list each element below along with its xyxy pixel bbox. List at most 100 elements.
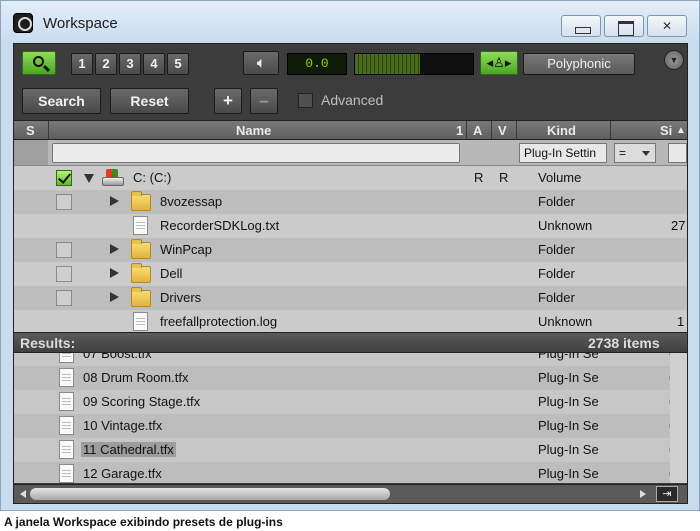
preset-4-button[interactable]: 4 [143,53,165,75]
chevron-down-icon: ▼ [669,55,679,65]
row-name: WinPcap [160,242,213,257]
preset-2-button[interactable]: 2 [95,53,117,75]
row-checkbox[interactable] [56,266,72,282]
tree-row[interactable]: WinPcap Folder [14,238,687,262]
search-toggle-button[interactable] [22,51,56,75]
expand-triangle-icon[interactable] [110,244,119,254]
column-s[interactable]: S [26,123,35,138]
tree-row[interactable]: 8vozessap Folder [14,190,687,214]
file-icon [133,216,148,235]
file-icon [59,416,74,435]
results-list[interactable]: 07 Boost.tfx Plug-In Se 62 08 Drum Room.… [14,353,687,483]
preset-1-button[interactable]: 1 [71,53,93,75]
row-name: C: (C:) [133,170,172,185]
horizontal-scrollbar[interactable]: ⇥ [14,484,687,503]
item-name: 10 Vintage.tfx [83,418,163,433]
tree-row[interactable]: freefallprotection.log Unknown 1 [14,310,687,332]
metronome-icon: ◂♙▸ [486,55,512,70]
advanced-checkbox[interactable] [298,93,313,108]
item-kind: Plug-In Se [538,370,599,385]
column-size[interactable]: Si [660,123,672,138]
folder-icon [131,239,151,259]
drive-icon [102,169,124,187]
row-name: Drivers [160,290,202,305]
magnifier-icon [33,56,44,67]
file-icon [59,392,74,411]
folder-icon [131,191,151,211]
row-checkbox[interactable] [56,170,72,186]
menu-button[interactable]: ▼ [664,50,684,70]
row-name: 8vozessap [160,194,223,209]
tree-row[interactable]: C: (C:) R R Volume [14,166,687,190]
scroll-thumb[interactable] [30,488,390,500]
size-filter-input[interactable] [668,143,687,163]
maximize-button[interactable] [604,15,644,37]
close-button[interactable]: ✕ [647,15,687,37]
preset-3-button[interactable]: 3 [119,53,141,75]
list-item[interactable]: 07 Boost.tfx Plug-In Se 62 [14,353,687,366]
add-criteria-button[interactable]: + [214,88,242,114]
tree-row[interactable]: Drivers Folder [14,286,687,310]
column-a[interactable]: A [473,123,482,138]
list-item-selected[interactable]: 11 Cathedral.tfx Plug-In Se 62 [14,438,687,462]
scroll-left-icon[interactable] [20,490,26,498]
arrow-into-box-icon: ⇥ [662,488,672,500]
column-v[interactable]: V [498,123,507,138]
name-filter-input[interactable] [52,143,460,163]
results-label: Results: [20,335,76,351]
figure-caption: A janela Workspace exibindo presets de p… [4,515,283,529]
size-operator-select[interactable]: = [614,143,656,163]
file-icon [59,440,74,459]
row-checkbox[interactable] [56,290,72,306]
list-item[interactable]: 10 Vintage.tfx Plug-In Se 62 [14,414,687,438]
search-button[interactable]: Search [22,88,101,114]
workspace-panel: 1 2 3 4 5 🔈︎ 0.0 ◂♙▸ Polyphonic ▼ Search… [13,43,688,504]
item-name: 12 Garage.tfx [83,466,162,481]
workspace-window: Workspace ✕ 1 2 3 4 5 🔈︎ 0.0 ◂♙▸ Polypho… [0,0,700,511]
results-bar[interactable]: Results: 2738 items [14,332,687,353]
row-kind: Folder [538,266,575,281]
speaker-icon: 🔈︎ [257,55,265,70]
import-button[interactable]: ⇥ [656,486,678,502]
advanced-label: Advanced [321,92,384,108]
item-name: 09 Scoring Stage.tfx [83,394,201,409]
row-size: 1 [677,314,685,329]
list-item[interactable]: 09 Scoring Stage.tfx Plug-In Se 62 [14,390,687,414]
file-tree[interactable]: C: (C:) R R Volume 8vozessap Folder Reco… [14,166,687,332]
column-kind[interactable]: Kind [547,123,576,138]
column-1[interactable]: 1 [456,123,463,138]
tree-row[interactable]: Dell Folder [14,262,687,286]
file-icon [59,368,74,387]
app-icon [13,13,33,33]
minimize-button[interactable] [561,15,601,37]
expand-triangle-icon[interactable] [110,268,119,278]
metronome-button[interactable]: ◂♙▸ [480,51,518,75]
title-bar[interactable]: Workspace ✕ [1,1,699,42]
row-kind: Folder [538,194,575,209]
preset-5-button[interactable]: 5 [167,53,189,75]
file-icon [59,353,74,363]
expand-triangle-icon[interactable] [110,196,119,206]
reset-button[interactable]: Reset [110,88,189,114]
item-name: 11 Cathedral.tfx [81,442,176,457]
audition-button[interactable]: 🔈︎ [243,51,279,75]
list-item[interactable]: 12 Garage.tfx Plug-In Se 62 [14,462,687,483]
row-checkbox[interactable] [56,194,72,210]
expand-triangle-icon[interactable] [84,174,94,183]
kind-filter-select[interactable]: Plug-In Settin [519,143,607,163]
vertical-scrollbar[interactable] [670,353,687,483]
expand-triangle-icon[interactable] [110,292,119,302]
results-count: 2738 items [588,335,660,351]
list-item[interactable]: 08 Drum Room.tfx Plug-In Se 62 [14,366,687,390]
row-kind: Volume [538,170,582,185]
remove-criteria-button[interactable]: – [250,88,278,114]
filter-row: Plug-In Settin = [14,140,687,166]
column-name[interactable]: Name [236,123,271,138]
row-a: R [474,170,484,185]
polyphonic-button[interactable]: Polyphonic [523,53,635,75]
row-checkbox[interactable] [56,242,72,258]
item-name: 07 Boost.tfx [83,353,152,361]
tree-row[interactable]: RecorderSDKLog.txt Unknown 27 [14,214,687,238]
scroll-right-icon[interactable] [640,490,646,498]
level-meter [354,53,474,75]
